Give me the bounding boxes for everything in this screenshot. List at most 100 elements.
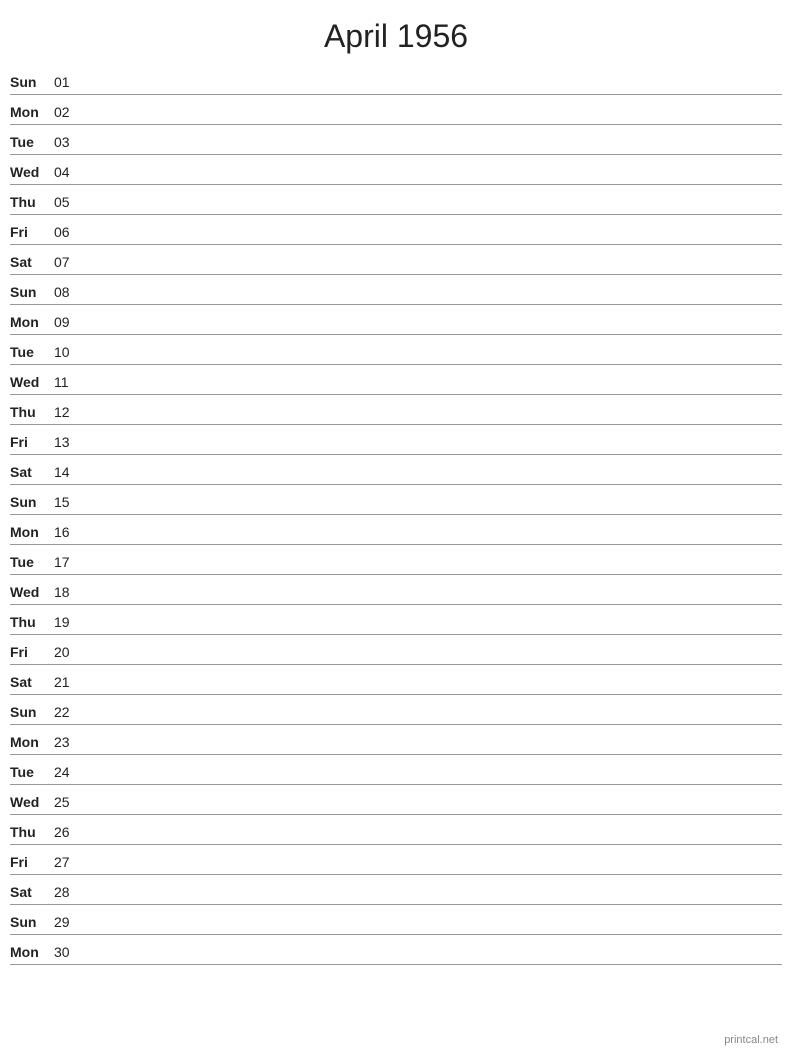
day-name: Sun (10, 914, 54, 932)
day-number: 11 (54, 374, 82, 392)
day-number: 27 (54, 854, 82, 872)
day-line (82, 541, 782, 542)
day-row: Mon30 (10, 935, 782, 965)
day-name: Sun (10, 494, 54, 512)
day-name: Sat (10, 254, 54, 272)
day-number: 04 (54, 164, 82, 182)
day-line (82, 91, 782, 92)
day-name: Mon (10, 944, 54, 962)
day-name: Thu (10, 404, 54, 422)
day-line (82, 361, 782, 362)
day-name: Tue (10, 764, 54, 782)
day-line (82, 841, 782, 842)
day-row: Sun01 (10, 65, 782, 95)
day-number: 17 (54, 554, 82, 572)
day-row: Mon16 (10, 515, 782, 545)
day-line (82, 211, 782, 212)
day-name: Thu (10, 194, 54, 212)
page-title: April 1956 (0, 0, 792, 65)
day-line (82, 571, 782, 572)
day-row: Sat07 (10, 245, 782, 275)
day-number: 02 (54, 104, 82, 122)
day-row: Sat21 (10, 665, 782, 695)
day-name: Sun (10, 704, 54, 722)
day-row: Tue03 (10, 125, 782, 155)
day-row: Mon02 (10, 95, 782, 125)
day-number: 30 (54, 944, 82, 962)
day-number: 23 (54, 734, 82, 752)
day-line (82, 241, 782, 242)
day-row: Thu05 (10, 185, 782, 215)
day-name: Fri (10, 434, 54, 452)
day-name: Tue (10, 134, 54, 152)
day-name: Fri (10, 644, 54, 662)
day-name: Sun (10, 284, 54, 302)
day-number: 16 (54, 524, 82, 542)
day-number: 24 (54, 764, 82, 782)
day-number: 19 (54, 614, 82, 632)
day-line (82, 421, 782, 422)
day-row: Sat14 (10, 455, 782, 485)
day-line (82, 391, 782, 392)
day-row: Tue10 (10, 335, 782, 365)
day-number: 20 (54, 644, 82, 662)
day-line (82, 451, 782, 452)
day-line (82, 121, 782, 122)
day-line (82, 691, 782, 692)
day-line (82, 511, 782, 512)
day-name: Fri (10, 854, 54, 872)
day-name: Tue (10, 554, 54, 572)
day-row: Sun22 (10, 695, 782, 725)
day-line (82, 811, 782, 812)
day-row: Sun29 (10, 905, 782, 935)
day-row: Sat28 (10, 875, 782, 905)
day-line (82, 721, 782, 722)
day-name: Thu (10, 824, 54, 842)
day-row: Wed18 (10, 575, 782, 605)
day-number: 28 (54, 884, 82, 902)
day-line (82, 271, 782, 272)
day-name: Mon (10, 314, 54, 332)
day-name: Thu (10, 614, 54, 632)
day-name: Sat (10, 464, 54, 482)
day-line (82, 601, 782, 602)
day-number: 22 (54, 704, 82, 722)
day-number: 06 (54, 224, 82, 242)
day-line (82, 301, 782, 302)
day-number: 15 (54, 494, 82, 512)
day-line (82, 151, 782, 152)
day-name: Sat (10, 884, 54, 902)
day-name: Tue (10, 344, 54, 362)
day-number: 18 (54, 584, 82, 602)
day-line (82, 751, 782, 752)
day-number: 09 (54, 314, 82, 332)
day-number: 14 (54, 464, 82, 482)
day-row: Sun15 (10, 485, 782, 515)
day-row: Tue24 (10, 755, 782, 785)
day-row: Wed25 (10, 785, 782, 815)
day-number: 03 (54, 134, 82, 152)
day-line (82, 181, 782, 182)
day-row: Fri20 (10, 635, 782, 665)
day-name: Wed (10, 374, 54, 392)
day-name: Wed (10, 794, 54, 812)
day-number: 12 (54, 404, 82, 422)
day-row: Mon09 (10, 305, 782, 335)
day-row: Tue17 (10, 545, 782, 575)
day-line (82, 931, 782, 932)
day-number: 13 (54, 434, 82, 452)
day-row: Wed04 (10, 155, 782, 185)
day-name: Mon (10, 734, 54, 752)
day-number: 05 (54, 194, 82, 212)
day-row: Thu26 (10, 815, 782, 845)
day-name: Wed (10, 584, 54, 602)
day-row: Thu19 (10, 605, 782, 635)
day-row: Mon23 (10, 725, 782, 755)
calendar-list: Sun01Mon02Tue03Wed04Thu05Fri06Sat07Sun08… (0, 65, 792, 965)
day-number: 21 (54, 674, 82, 692)
day-number: 08 (54, 284, 82, 302)
day-number: 07 (54, 254, 82, 272)
day-line (82, 871, 782, 872)
day-line (82, 661, 782, 662)
day-row: Wed11 (10, 365, 782, 395)
